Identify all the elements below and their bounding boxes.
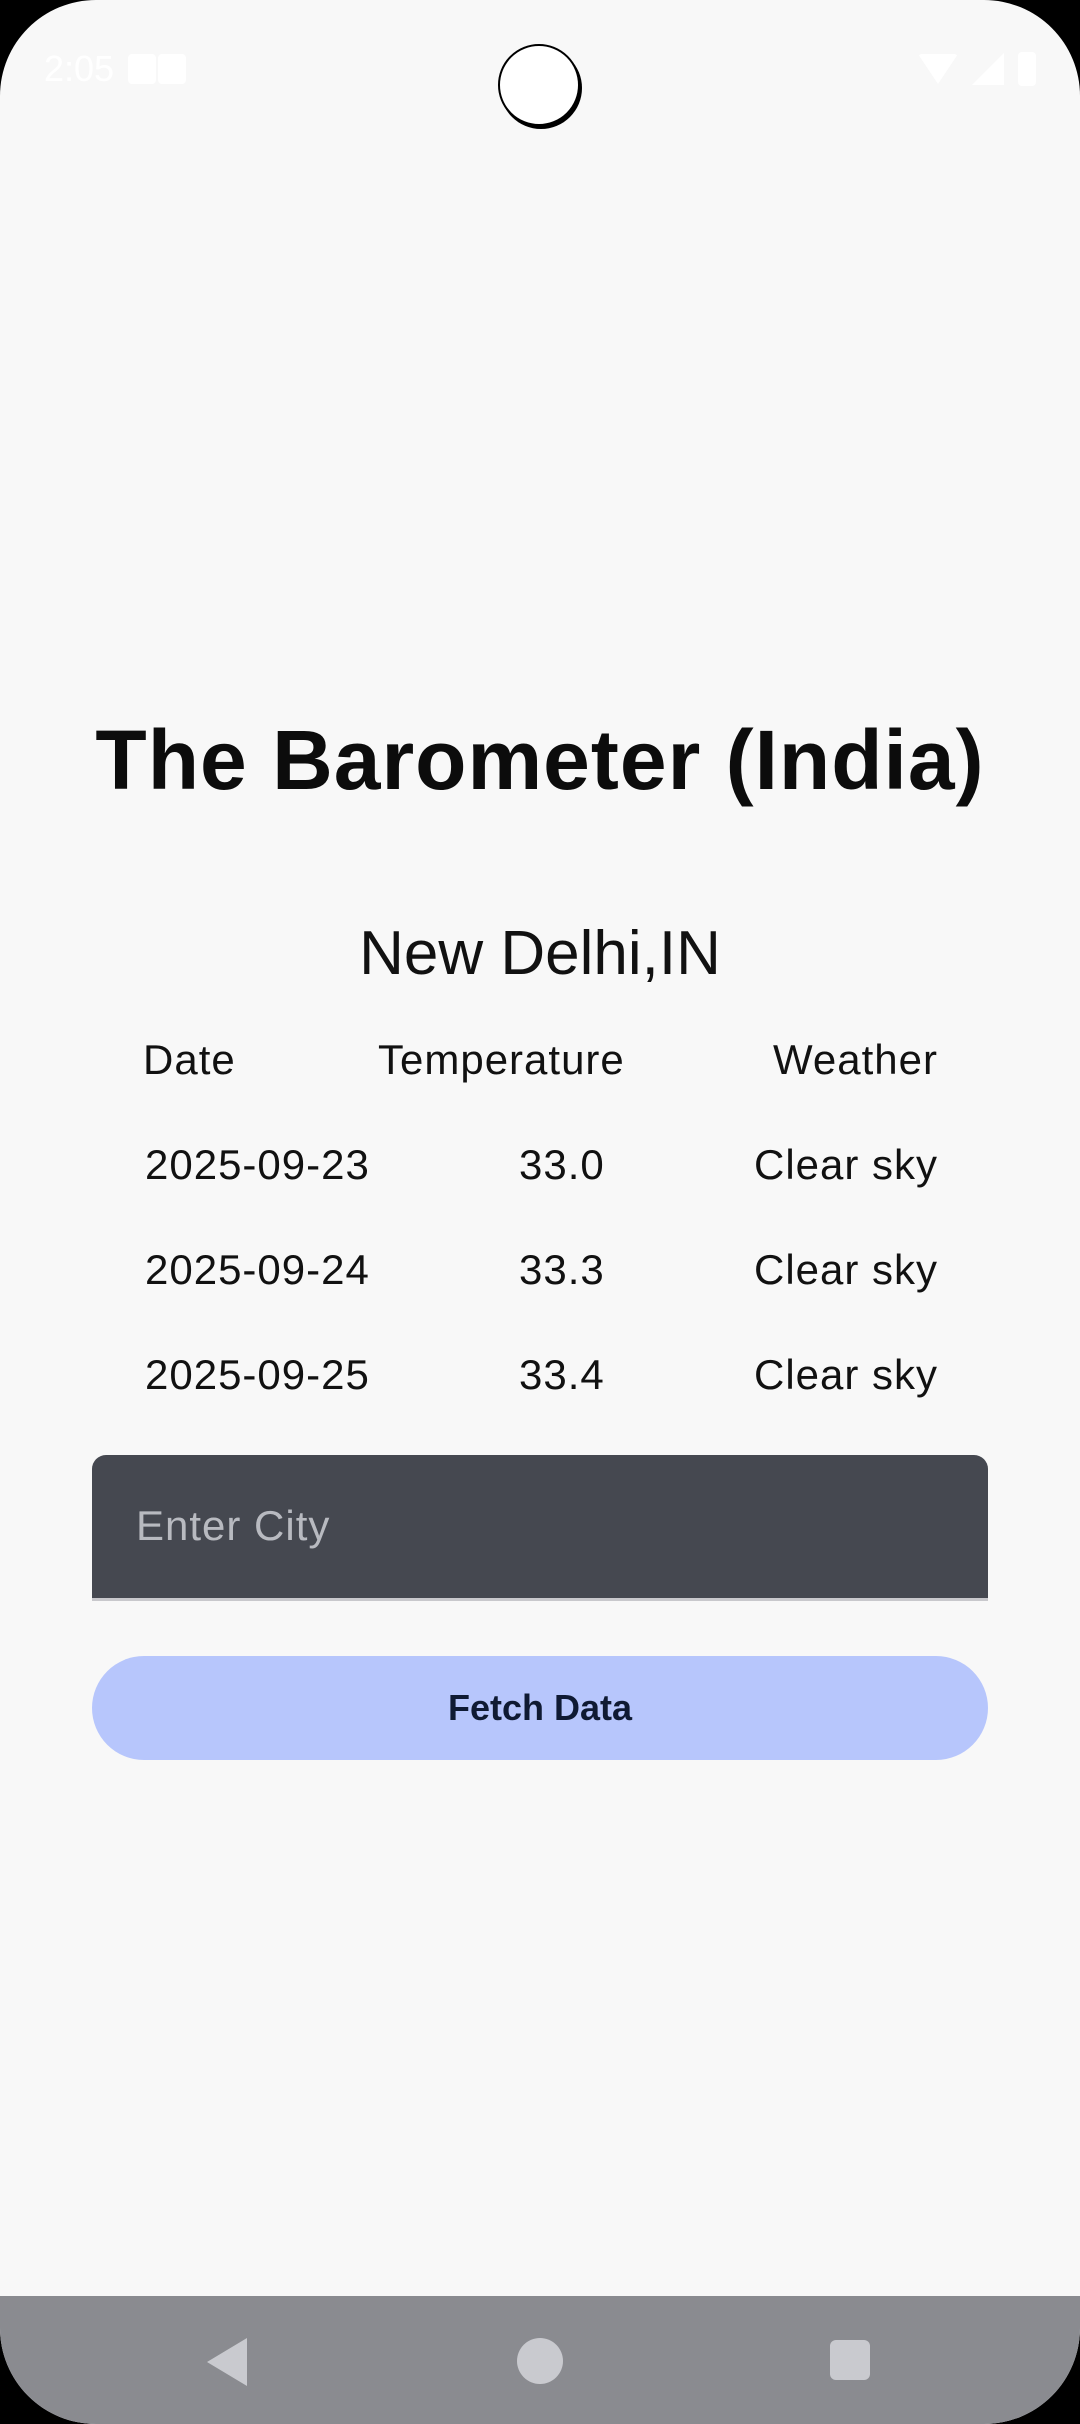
header-date: Date (143, 1036, 236, 1083)
table-row: 2025-09-24 33.3 Clear sky (0, 1246, 1080, 1316)
city-name: New Delhi,IN (359, 919, 721, 988)
city-input[interactable] (134, 1455, 958, 1597)
row-weather: Clear sky (754, 1141, 939, 1188)
back-icon[interactable] (207, 2338, 247, 2386)
row-date: 2025-09-25 (145, 1351, 370, 1398)
fetch-data-button[interactable]: Fetch Data (92, 1656, 988, 1760)
row-temperature: 33.3 (519, 1246, 605, 1293)
row-temperature: 33.4 (519, 1351, 605, 1398)
home-icon[interactable] (517, 2338, 563, 2384)
wifi-icon (918, 54, 958, 84)
battery-icon (1018, 52, 1036, 86)
row-date: 2025-09-24 (145, 1246, 370, 1293)
table-row: 2025-09-25 33.4 Clear sky (0, 1351, 1080, 1421)
row-date: 2025-09-23 (145, 1141, 370, 1188)
recents-icon[interactable] (830, 2340, 870, 2380)
signal-icon (972, 53, 1004, 85)
status-time: 2:05 (44, 48, 115, 89)
header-weather: Weather (773, 1036, 938, 1083)
app-title: The Barometer (India) (95, 713, 985, 807)
row-weather: Clear sky (754, 1246, 939, 1293)
app-screen: 2:05 The Barometer (India) New Delhi,IN … (0, 0, 1080, 2424)
row-weather: Clear sky (754, 1351, 939, 1398)
camera-cutout (498, 44, 580, 126)
status-icons (918, 52, 1036, 86)
status-bar: 2:05 (0, 0, 1080, 140)
notification-icon (128, 54, 156, 84)
row-temperature: 33.0 (519, 1141, 605, 1188)
navigation-bar (0, 2296, 1080, 2424)
table-header-row: Date Temperature Weather (0, 1036, 1080, 1106)
sim-icon (158, 54, 186, 84)
table-row: 2025-09-23 33.0 Clear sky (0, 1141, 1080, 1211)
header-temperature: Temperature (378, 1036, 625, 1083)
city-input-container[interactable] (92, 1455, 988, 1601)
